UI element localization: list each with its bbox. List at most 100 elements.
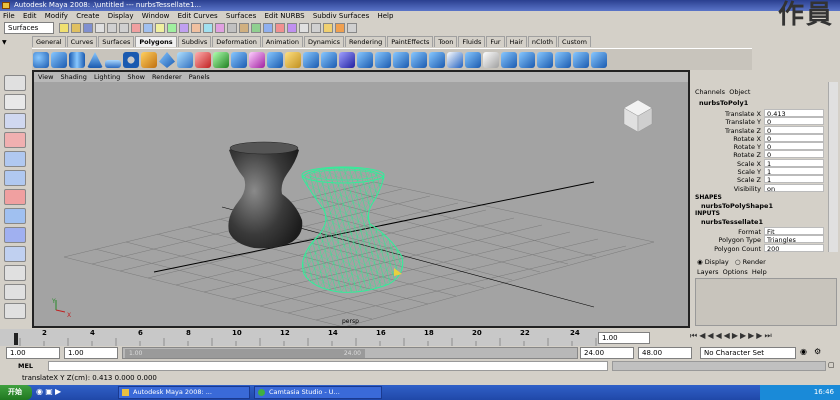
shelf-tab-rendering[interactable]: Rendering [345,36,387,47]
poly-cube-icon[interactable] [51,52,67,68]
input-node-name[interactable]: nurbsTessellate1 [701,218,837,226]
poly-prism-icon[interactable] [141,52,157,68]
poly-plane-icon[interactable] [105,60,121,68]
render-mask-icon[interactable] [215,23,225,33]
playback-start-field[interactable]: 1.00 [64,347,118,359]
menu-create[interactable]: Create [73,11,102,21]
channel-row[interactable]: Rotate Z0 [695,150,837,159]
menu-edit-nurbs[interactable]: Edit NURBS [261,11,307,21]
play-forward-icon[interactable]: ▶ [732,331,740,340]
ie-icon[interactable]: ◉ [36,387,43,396]
select-hierarchy-icon[interactable] [95,23,105,33]
channel-row[interactable]: Translate Y0 [695,117,837,126]
separate-icon[interactable] [213,52,229,68]
shelf-tab-animation[interactable]: Animation [261,36,303,47]
shelf-tab-ncloth[interactable]: nCloth [527,36,557,47]
four-view-icon[interactable] [4,284,26,300]
play-back-icon[interactable]: ◀ [724,331,732,340]
deform-mask-icon[interactable] [191,23,201,33]
misc-mask-icon[interactable] [227,23,237,33]
channel-row[interactable]: Scale Z1 [695,175,837,184]
channel-value[interactable]: 0.413 [764,109,824,118]
split-polygon-icon[interactable] [285,52,301,68]
channel-value[interactable]: 0 [764,125,824,135]
channels-menu[interactable]: Channels [695,88,725,96]
render-radio-icon[interactable]: ○ [735,258,741,266]
menu-modify[interactable]: Modify [42,11,71,21]
channel-row[interactable]: Translate Z0 [695,125,837,135]
poly-torus-icon[interactable] [123,52,139,68]
snap-point-icon[interactable] [275,23,285,33]
new-scene-icon[interactable] [59,23,69,33]
menu-window[interactable]: Window [139,11,173,21]
cylindrical-map-icon[interactable] [501,52,517,68]
start-button[interactable]: 开始 [0,385,32,400]
poly-cone-icon[interactable] [87,52,103,68]
shelf-tab-fluids[interactable]: Fluids [458,36,486,47]
go-start-icon[interactable]: ⏮ [690,331,699,340]
scale-tool-icon[interactable] [4,170,26,186]
merge-icon[interactable] [339,52,355,68]
poly-pipe-icon[interactable] [177,52,193,68]
channel-row[interactable]: Rotate X0 [695,133,837,143]
snap-grid-icon[interactable] [251,23,261,33]
dynamics-mask-icon[interactable] [203,23,213,33]
shelf-tab-hair[interactable]: Hair [505,36,527,47]
vp-menu-renderer[interactable]: Renderer [152,73,182,81]
single-view-icon[interactable] [4,265,26,281]
input-value[interactable]: 200 [764,243,824,253]
history-icon[interactable] [311,23,321,33]
options-menu[interactable]: Options [723,268,748,276]
playback-end-field[interactable]: 24.00 [580,347,634,359]
menu-surfaces[interactable]: Surfaces [223,11,259,21]
handle-mask-icon[interactable] [143,23,153,33]
select-component-icon[interactable] [119,23,129,33]
tray-clock[interactable]: 16:46 [814,388,834,396]
next-key-icon[interactable]: ▶▶ [740,331,756,340]
move-tool-icon[interactable] [4,132,26,148]
extrude-icon[interactable] [231,52,247,68]
show-manip-icon[interactable] [4,227,26,243]
layer-list[interactable] [695,278,837,326]
manipulator-tool-icon[interactable] [4,189,26,205]
shelf-tab-painteffects[interactable]: PaintEffects [387,36,434,47]
poly-cylinder-icon[interactable] [69,52,85,68]
insert-edge-loop-icon[interactable] [303,52,319,68]
shelf-tab-custom[interactable]: Custom [558,36,591,47]
vp-menu-shading[interactable]: Shading [61,73,87,81]
input-value[interactable]: Fit [764,227,824,236]
shelf-menu-icon[interactable]: ▼ [2,39,7,46]
task-maya[interactable]: Autodesk Maya 2008: ... [118,386,250,399]
layers-menu[interactable]: Layers [697,268,719,276]
rotate-tool-icon[interactable] [4,151,26,167]
mirror-geometry-icon[interactable] [429,52,445,68]
poly-pyramid-icon[interactable] [159,52,175,68]
input-row[interactable]: Polygon Count 200 [695,243,837,253]
menu-help[interactable]: Help [374,11,396,21]
channel-value[interactable]: 1 [764,167,824,176]
menu-file[interactable]: File [0,11,18,21]
menu-display[interactable]: Display [105,11,137,21]
combine-icon[interactable] [195,52,211,68]
save-scene-icon[interactable] [83,23,93,33]
channel-value[interactable]: 0 [764,142,824,151]
channel-value[interactable]: 0 [764,150,824,159]
shape-node-name[interactable]: nurbsToPolyShape1 [701,202,837,210]
render-settings-icon[interactable] [347,23,357,33]
ipr-render-icon[interactable] [335,23,345,33]
channel-row[interactable]: Visibility on [695,183,837,193]
paint-selection-icon[interactable] [591,52,607,68]
menu-set-dropdown[interactable]: Surfaces [4,22,54,34]
paint-select-icon[interactable] [4,113,26,129]
normals-icon[interactable] [555,52,571,68]
mask-icon[interactable] [131,23,141,33]
shelf-tab-curves[interactable]: Curves [66,36,98,47]
reduce-icon[interactable] [375,52,391,68]
offset-edge-loop-icon[interactable] [321,52,337,68]
vp-menu-lighting[interactable]: Lighting [94,73,120,81]
anim-start-field[interactable]: 1.00 [6,347,60,359]
script-editor-icon[interactable]: ▢ [828,361,835,369]
perspective-viewport[interactable]: View Shading Lighting Show Renderer Pane… [32,70,690,328]
snap-curve-icon[interactable] [263,23,273,33]
last-tool-icon[interactable] [4,246,26,262]
